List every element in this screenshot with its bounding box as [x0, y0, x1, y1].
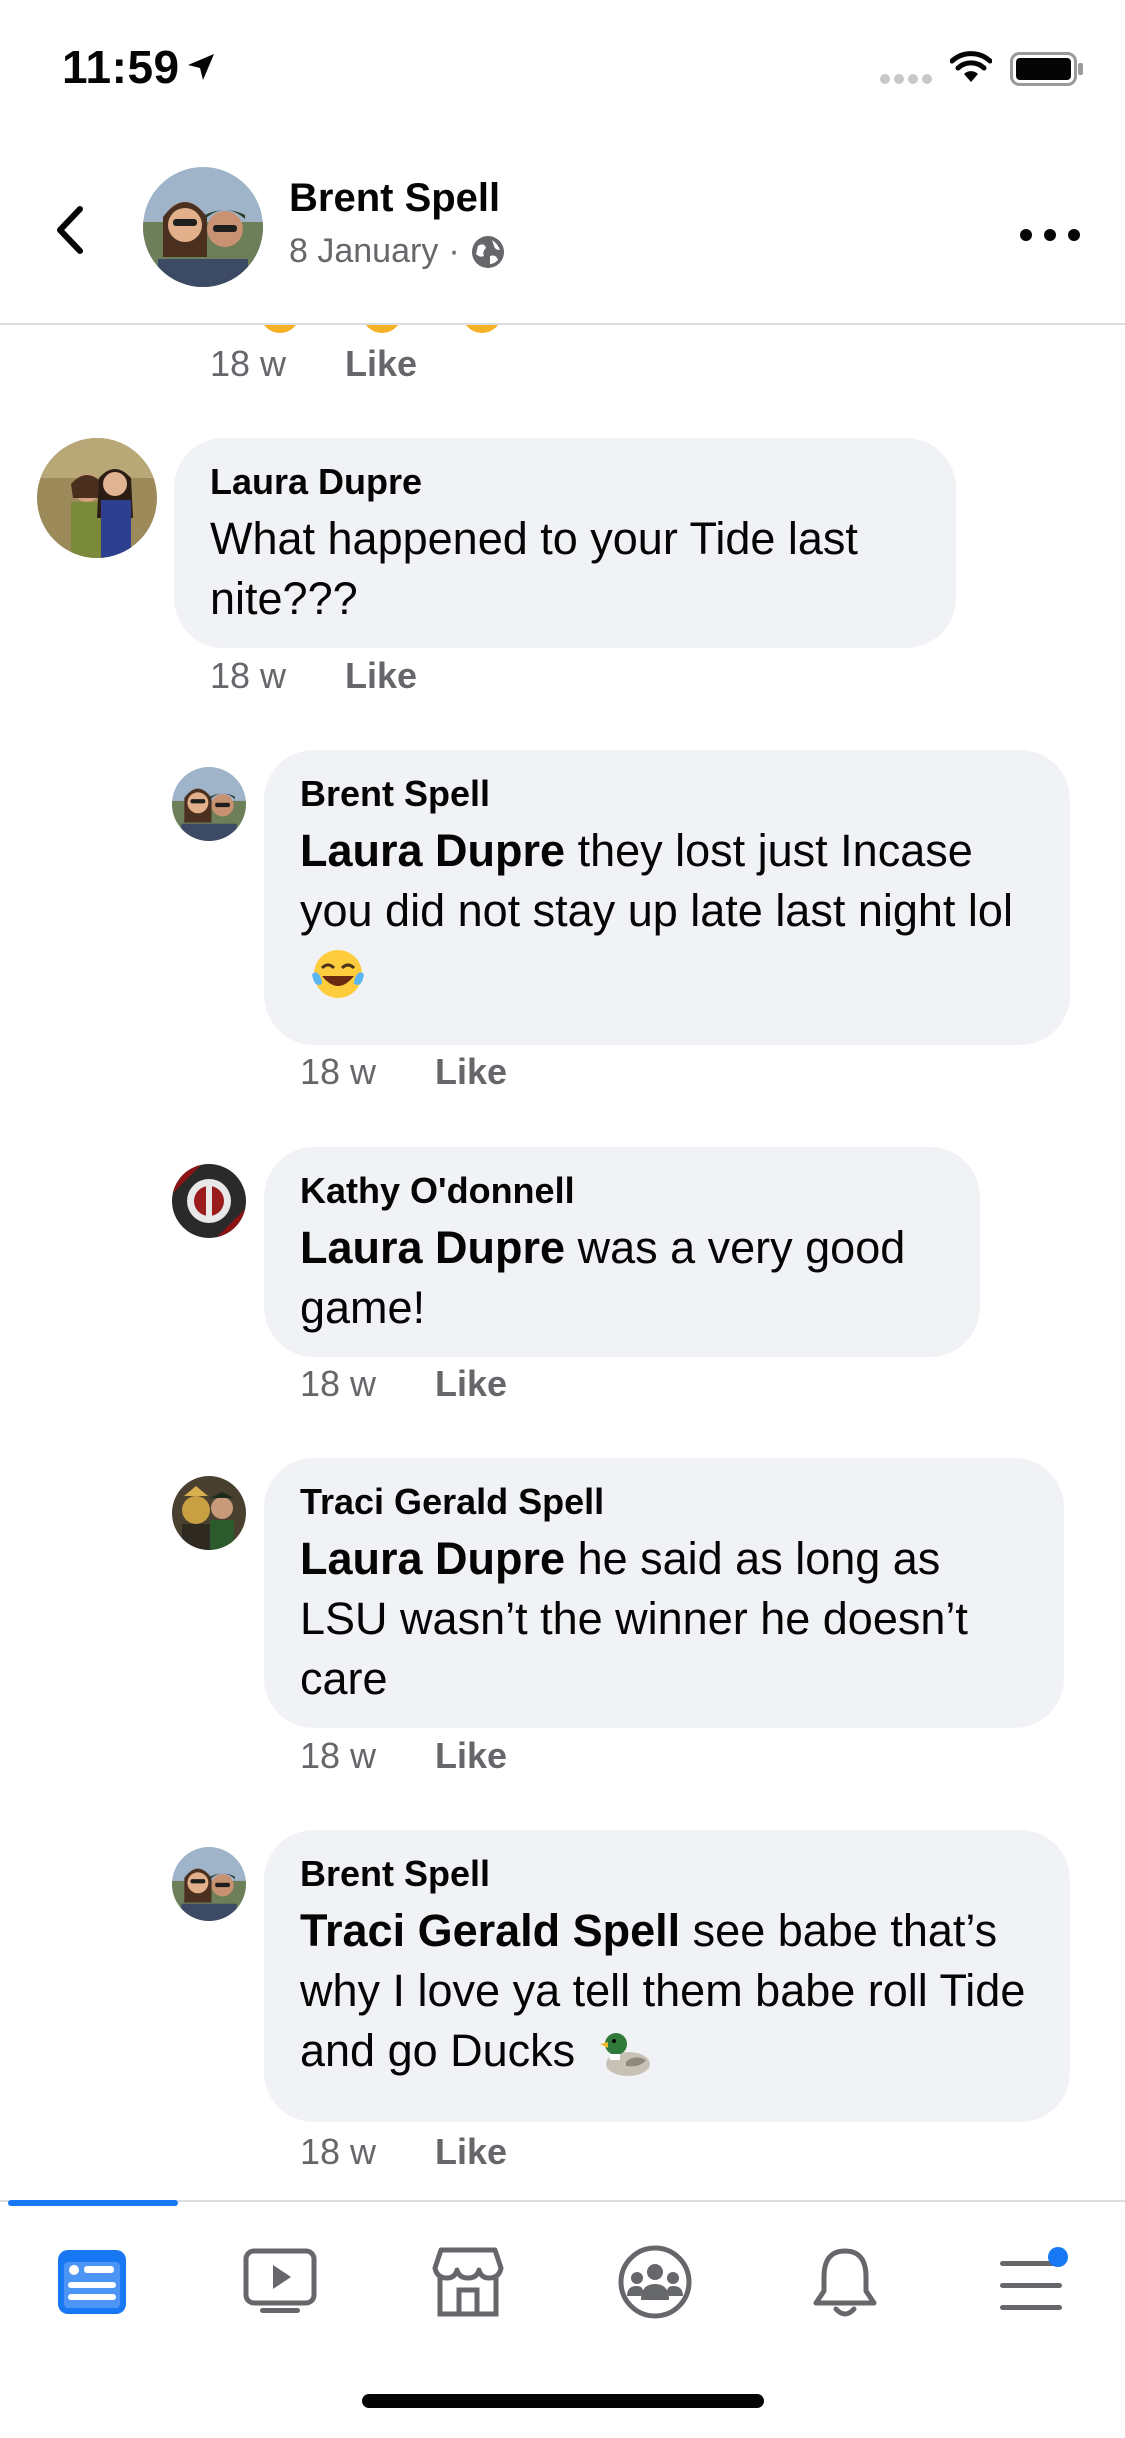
- comment-time: 18 w: [300, 2131, 377, 2172]
- comment-meta: 18 w Like: [300, 1735, 507, 1777]
- comment-time: 18 w: [210, 343, 287, 384]
- comment-meta: 18 w Like: [300, 1051, 507, 1093]
- avatar-photo: [172, 1164, 246, 1238]
- battery-icon: [1010, 52, 1083, 86]
- comment-bubble[interactable]: Traci Gerald Spell Laura Dupre he said a…: [264, 1458, 1064, 1728]
- tab-watch[interactable]: [230, 2232, 330, 2332]
- watch-video-icon: [243, 2248, 317, 2313]
- mention-link[interactable]: Traci Gerald Spell: [300, 1905, 680, 1956]
- groups-icon: [618, 2245, 692, 2319]
- avatar-photo: [143, 167, 263, 287]
- duck-emoji-icon: [599, 2032, 650, 2076]
- author-avatar[interactable]: [143, 167, 263, 287]
- post-date[interactable]: 8 January: [289, 232, 438, 271]
- mention-link[interactable]: Laura Dupre: [300, 825, 565, 876]
- emoji-peek-2: [362, 325, 402, 333]
- commenter-avatar[interactable]: [172, 1847, 246, 1921]
- mention-link[interactable]: Laura Dupre: [300, 1222, 565, 1273]
- cellular-signal-icon: [880, 74, 932, 84]
- wifi-icon: [950, 51, 992, 82]
- commenter-avatar[interactable]: [172, 767, 246, 841]
- post-header: Brent Spell 8 January ·: [0, 140, 1125, 325]
- commenter-avatar[interactable]: [37, 438, 157, 558]
- comment-text: What happened to your Tide last nite???: [210, 513, 858, 625]
- active-tab-indicator: [8, 2200, 178, 2206]
- comment-time: 18 w: [210, 655, 287, 696]
- avatar-photo: [172, 1476, 246, 1550]
- avatar-photo: [172, 767, 246, 841]
- comment-time: 18 w: [300, 1363, 377, 1404]
- meta-separator: ·: [448, 232, 460, 270]
- tab-menu[interactable]: [982, 2232, 1082, 2332]
- author-name[interactable]: Brent Spell: [289, 176, 500, 221]
- bell-icon: [813, 2248, 877, 2317]
- tab-marketplace[interactable]: [418, 2232, 518, 2332]
- like-button[interactable]: Like: [435, 1735, 507, 1777]
- like-button[interactable]: Like: [435, 1363, 507, 1405]
- comment-time: 18 w: [300, 1051, 377, 1092]
- comment-text: Laura Dupre they lost just Incase you di…: [300, 821, 1034, 1004]
- menu-hamburger-icon: [1000, 2247, 1068, 2310]
- back-button[interactable]: [44, 195, 94, 265]
- commenter-avatar[interactable]: [172, 1476, 246, 1550]
- comment-author[interactable]: Brent Spell: [300, 1852, 1034, 1895]
- post-meta: 8 January ·: [289, 232, 506, 271]
- home-indicator[interactable]: [362, 2394, 764, 2408]
- news-feed-icon: [58, 2250, 126, 2314]
- tab-groups[interactable]: [605, 2232, 705, 2332]
- like-button[interactable]: Like: [345, 343, 417, 385]
- more-options-button[interactable]: [1020, 220, 1080, 250]
- comment-meta: 18 w Like: [300, 1363, 507, 1405]
- commenter-avatar[interactable]: [172, 1164, 246, 1238]
- comment-meta: 18 w Like: [210, 655, 417, 697]
- emoji-peek-1: [260, 325, 300, 333]
- marketplace-shop-icon: [432, 2247, 504, 2317]
- like-button[interactable]: Like: [435, 1051, 507, 1093]
- dot-icon: [1068, 229, 1080, 241]
- like-button[interactable]: Like: [345, 655, 417, 697]
- tab-news-feed[interactable]: [42, 2232, 142, 2332]
- comment-bubble[interactable]: Laura Dupre What happened to your Tide l…: [174, 438, 956, 648]
- tab-notifications[interactable]: [795, 2232, 895, 2332]
- comment-bubble[interactable]: Kathy O'donnell Laura Dupre was a very g…: [264, 1147, 980, 1357]
- comment-text: Laura Dupre was a very good game!: [300, 1218, 944, 1338]
- like-button[interactable]: Like: [435, 2131, 507, 2173]
- chevron-left-icon: [57, 206, 83, 254]
- dot-icon: [1020, 229, 1032, 241]
- comment-author[interactable]: Laura Dupre: [210, 460, 920, 503]
- comment-time: 18 w: [300, 1735, 377, 1776]
- status-time: 11:59: [62, 41, 180, 93]
- avatar-photo: [172, 1847, 246, 1921]
- globe-icon: [471, 235, 504, 268]
- comment-bubble[interactable]: Brent Spell Laura Dupre they lost just I…: [264, 750, 1070, 1045]
- avatar-photo: [37, 438, 157, 558]
- comment-text: Laura Dupre he said as long as LSU wasn’…: [300, 1529, 1028, 1709]
- comment-meta: 18 w Like: [300, 2131, 507, 2173]
- comment-author[interactable]: Kathy O'donnell: [300, 1169, 944, 1212]
- comment-meta: 18 w Like: [210, 343, 417, 385]
- comment-author[interactable]: Brent Spell: [300, 772, 1034, 815]
- comment-author[interactable]: Traci Gerald Spell: [300, 1480, 1028, 1523]
- dot-icon: [1044, 229, 1056, 241]
- emoji-peek-3: [462, 325, 502, 333]
- notification-dot-icon: [1048, 2247, 1068, 2267]
- comment-text: Traci Gerald Spell see babe that’s why I…: [300, 1901, 1034, 2084]
- mention-link[interactable]: Laura Dupre: [300, 1533, 565, 1584]
- location-arrow-icon: [188, 54, 214, 80]
- comments-list[interactable]: 18 w Like Laura Dupre What happened to y…: [0, 325, 1125, 2200]
- status-bar: 11:59: [0, 0, 1125, 140]
- comment-bubble[interactable]: Brent Spell Traci Gerald Spell see babe …: [264, 1830, 1070, 2122]
- laughing-tears-emoji-icon: [312, 949, 364, 998]
